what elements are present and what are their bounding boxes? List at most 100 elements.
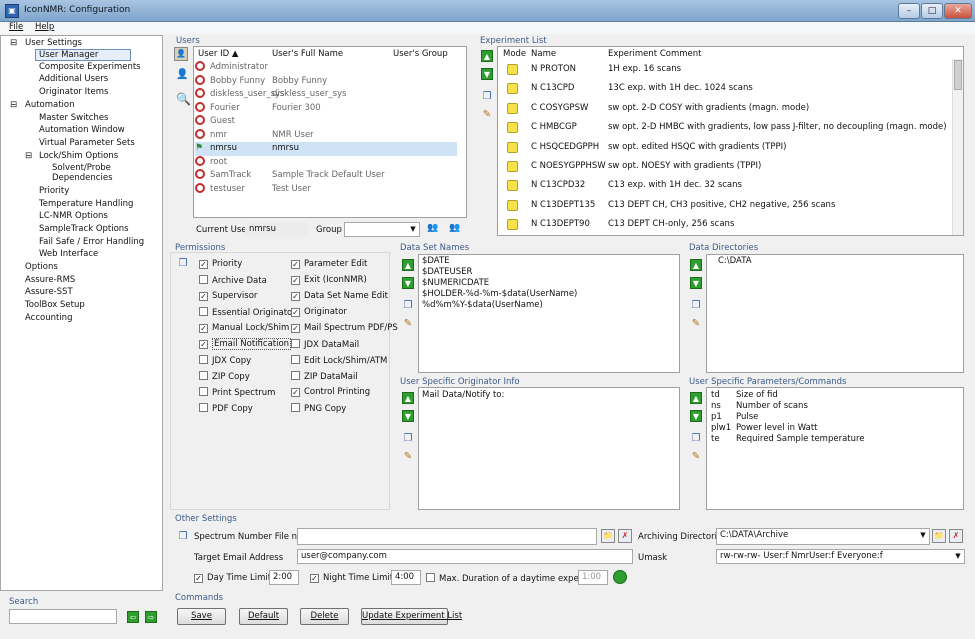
table-row[interactable]: Guest <box>195 115 457 129</box>
edit-icon[interactable]: ✎ <box>402 318 414 330</box>
night-limit-stepper[interactable]: 4:00 <box>391 570 421 585</box>
users-view-icon[interactable]: 👤 <box>174 47 188 61</box>
move-up-icon[interactable]: ▲ <box>402 392 414 404</box>
originator-info-item[interactable]: Mail Data/Notify to: <box>422 390 504 404</box>
checkbox-box[interactable]: ✓ <box>199 292 208 301</box>
save-button[interactable]: Save <box>177 608 226 625</box>
checkbox-box[interactable]: ✓ <box>199 340 208 349</box>
move-up-icon[interactable]: ▲ <box>481 50 493 62</box>
permission-checkbox[interactable]: ✓ Control Printing <box>291 387 370 399</box>
checkbox-box[interactable] <box>426 573 435 582</box>
permission-checkbox[interactable]: Print Spectrum <box>199 387 275 399</box>
checkbox-box[interactable] <box>291 403 300 412</box>
nav-lock-shim-options[interactable]: Lock/Shim Options <box>39 151 118 161</box>
permission-checkbox[interactable]: PDF Copy <box>199 403 253 415</box>
nav-priority[interactable]: Priority <box>39 186 69 196</box>
browse-folder-icon[interactable]: 📁 <box>932 529 946 543</box>
copy-icon[interactable]: ❐ <box>690 300 702 312</box>
move-down-icon[interactable]: ▼ <box>690 277 702 289</box>
permission-checkbox[interactable]: Edit Lock/Shim/ATM <box>291 355 387 367</box>
data-directories-list[interactable]: C:\DATA <box>706 254 964 373</box>
minimize-button[interactable]: – <box>898 3 920 19</box>
nav-user-manager[interactable]: User Manager <box>35 49 131 61</box>
checkbox-box[interactable]: ✓ <box>199 324 208 333</box>
permission-checkbox[interactable]: PNG Copy <box>291 403 346 415</box>
menu-help[interactable]: Help <box>35 22 54 32</box>
nav-virtual-parameter-sets[interactable]: Virtual Parameter Sets <box>39 138 135 148</box>
edit-icon[interactable]: ✎ <box>690 451 702 463</box>
nav-master-switches[interactable]: Master Switches <box>39 113 109 123</box>
permission-checkbox[interactable]: Essential Originator <box>199 307 296 319</box>
edit-icon[interactable]: ✎ <box>690 318 702 330</box>
copy-permissions-icon[interactable]: ❐ <box>177 258 189 270</box>
default-button[interactable]: Default <box>239 608 288 625</box>
permission-checkbox[interactable]: Archive Data <box>199 275 267 287</box>
nav-automation-window[interactable]: Automation Window <box>39 125 125 135</box>
checkbox-box[interactable]: ✓ <box>291 324 300 333</box>
checkbox-box[interactable] <box>199 403 208 412</box>
table-row[interactable]: Fourier Fourier 300 <box>195 101 457 116</box>
nav-failsafe-error[interactable]: Fail Safe / Error Handling <box>39 237 144 247</box>
nav-solvent-probe[interactable]: Solvent/Probe <box>52 163 111 173</box>
table-row[interactable]: N C13CPD 13C exp. with 1H dec. 1024 scans <box>498 80 952 98</box>
move-down-icon[interactable]: ▼ <box>690 410 702 422</box>
checkbox-box[interactable]: ✓ <box>291 260 300 269</box>
delete-button[interactable]: Delete <box>300 608 349 625</box>
checkbox-box[interactable] <box>199 275 208 284</box>
add-user-icon[interactable]: 👤 <box>176 69 188 81</box>
data-directory-item[interactable]: C:\DATA <box>718 256 752 270</box>
max-duration-stepper[interactable]: 1:00 <box>578 570 608 585</box>
edit-icon[interactable]: ✎ <box>402 451 414 463</box>
permission-checkbox[interactable]: ✓ Parameter Edit <box>291 259 367 271</box>
user-lock-icon[interactable]: 👥 <box>449 222 461 234</box>
move-down-icon[interactable]: ▼ <box>402 410 414 422</box>
copy-icon[interactable]: ❐ <box>402 300 414 312</box>
table-row[interactable]: N C13CPD32 C13 exp. with 1H dec. 32 scans <box>498 177 952 195</box>
checkbox-box[interactable] <box>291 339 300 348</box>
checkbox-box[interactable] <box>199 307 208 316</box>
apply-icon[interactable] <box>613 570 627 584</box>
search-input[interactable] <box>9 609 117 624</box>
nav-accounting[interactable]: Accounting <box>25 313 72 323</box>
checkbox-box[interactable]: ✓ <box>291 276 300 285</box>
permission-checkbox[interactable]: ZIP DataMail <box>291 371 358 383</box>
move-up-icon[interactable]: ▲ <box>690 392 702 404</box>
permission-checkbox[interactable]: ✓ Originator <box>291 307 347 319</box>
table-row[interactable]: diskless_user_sys diskless_user_sys <box>195 88 457 102</box>
copy-settings-icon[interactable]: ❐ <box>177 531 189 543</box>
night-limit-checkbox[interactable]: ✓ Night Time Limit <box>310 573 393 585</box>
day-limit-stepper[interactable]: 2:00 <box>269 570 299 585</box>
permission-checkbox[interactable]: ✓ Exit (IconNMR) <box>291 275 367 287</box>
close-button[interactable]: ✕ <box>944 3 972 19</box>
table-row[interactable]: C HSQCEDGPPH sw opt. edited HSQC with gra… <box>498 139 952 157</box>
day-limit-checkbox[interactable]: ✓ Day Time Limit <box>194 573 271 585</box>
permission-checkbox[interactable]: JDX DataMail <box>291 339 359 351</box>
menu-file[interactable]: File <box>9 22 23 32</box>
nav-toolbox-setup[interactable]: ToolBox Setup <box>25 300 85 310</box>
permission-checkbox[interactable]: ✓ Manual Lock/Shim <box>199 323 289 335</box>
expand-icon[interactable]: ⊟ <box>25 151 32 161</box>
edit-icon[interactable]: ✎ <box>481 109 493 121</box>
checkbox-box[interactable]: ✓ <box>199 260 208 269</box>
nav-assure-rms[interactable]: Assure-RMS <box>25 275 75 285</box>
archiving-select[interactable]: C:\DATA\Archive ▼ <box>716 528 930 545</box>
search-user-icon[interactable]: 🔍 <box>176 93 191 105</box>
update-experiment-list-button[interactable]: Update Experiment List <box>361 608 462 625</box>
permission-checkbox[interactable]: ✓ Data Set Name Edit <box>291 291 388 303</box>
email-input[interactable]: user@company.com <box>297 549 633 564</box>
table-row[interactable]: C NOESYGPPHSW sw opt. NOESY with gradient… <box>498 158 952 176</box>
spectrum-file-input[interactable] <box>297 528 597 545</box>
table-row[interactable]: N PROTON 1H exp. 16 scans <box>498 61 952 79</box>
checkbox-box[interactable]: ✓ <box>310 574 319 583</box>
table-row[interactable]: ⚑ nmrsu nmrsu <box>195 142 457 156</box>
user-group-icon[interactable]: 👥 <box>427 222 439 234</box>
permission-checkbox[interactable]: ✓ Supervisor <box>199 291 257 303</box>
maximize-button[interactable]: □ <box>921 3 943 19</box>
list-item[interactable]: te Required Sample temperature <box>711 434 951 448</box>
nav-web-interface[interactable]: Web Interface <box>39 249 98 259</box>
nav-lc-nmr-options[interactable]: LC-NMR Options <box>39 211 108 221</box>
clear-icon[interactable]: ✗ <box>949 529 963 543</box>
move-down-icon[interactable]: ▼ <box>402 277 414 289</box>
table-row[interactable]: Bobby Funny Bobby Funny <box>195 74 457 89</box>
nav-assure-sst[interactable]: Assure-SST <box>25 287 73 297</box>
